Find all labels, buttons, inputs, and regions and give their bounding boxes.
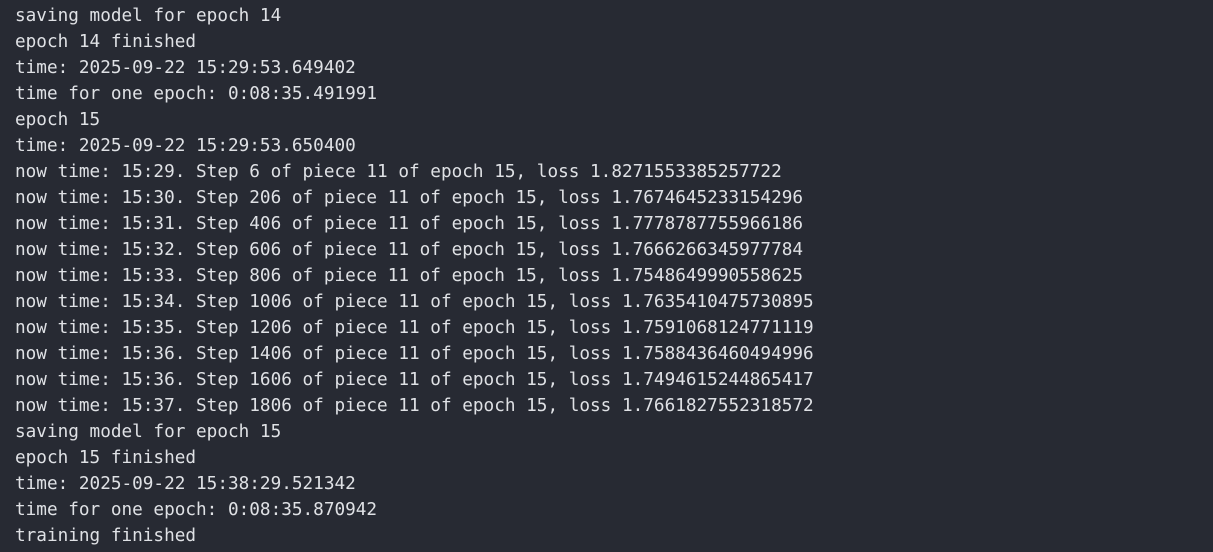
console-line: now time: 15:33. Step 806 of piece 11 of… <box>15 266 804 286</box>
console-line: epoch 15 <box>15 110 101 130</box>
console-line: time for one epoch: 0:08:35.491991 <box>15 84 378 104</box>
console-line: now time: 15:36. Step 1606 of piece 11 o… <box>15 370 814 390</box>
console-line: now time: 15:35. Step 1206 of piece 11 o… <box>15 318 814 338</box>
console-line: now time: 15:32. Step 606 of piece 11 of… <box>15 240 804 260</box>
console-line: now time: 15:34. Step 1006 of piece 11 o… <box>15 292 814 312</box>
console-line: training finished <box>15 526 197 546</box>
console-line: epoch 14 finished <box>15 32 197 52</box>
console-line: time: 2025-09-22 15:29:53.650400 <box>15 136 356 156</box>
console-line: time: 2025-09-22 15:29:53.649402 <box>15 58 356 78</box>
console-line: time: 2025-09-22 15:38:29.521342 <box>15 474 356 494</box>
console-line: saving model for epoch 15 <box>15 422 282 442</box>
console-line: now time: 15:31. Step 406 of piece 11 of… <box>15 214 804 234</box>
console-output[interactable]: saving model for epoch 14 epoch 14 finis… <box>0 0 1213 552</box>
console-line: saving model for epoch 14 <box>15 6 282 26</box>
console-line: epoch 15 finished <box>15 448 197 468</box>
console-line: now time: 15:36. Step 1406 of piece 11 o… <box>15 344 814 364</box>
console-line: time for one epoch: 0:08:35.870942 <box>15 500 378 520</box>
console-line: now time: 15:29. Step 6 of piece 11 of e… <box>15 162 782 182</box>
console-line: now time: 15:37. Step 1806 of piece 11 o… <box>15 396 814 416</box>
console-line: now time: 15:30. Step 206 of piece 11 of… <box>15 188 804 208</box>
